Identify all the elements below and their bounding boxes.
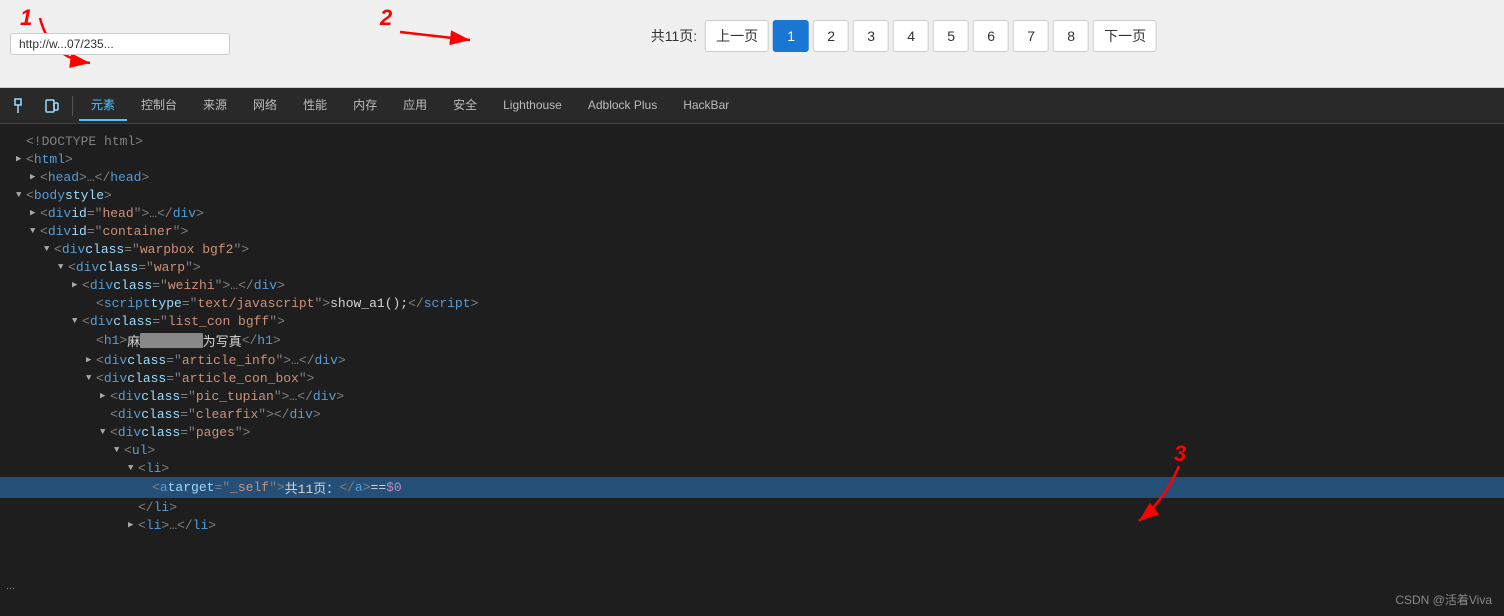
annotation-1: 1 [20,5,32,31]
code-line-div-weizhi[interactable]: <div class="weizhi">…</div> [0,276,1504,294]
code-line-div-clearfix[interactable]: <div class="clearfix"></div> [0,405,1504,423]
code-line-div-container[interactable]: <div id="container"> [0,222,1504,240]
code-line-div-pic-tupian[interactable]: <div class="pic_tupian">…</div> [0,387,1504,405]
triangle-h1-none [86,336,96,346]
code-line-div-warpbox[interactable]: <div class="warpbox bgf2"> [0,240,1504,258]
tab-network[interactable]: 网络 [241,90,289,121]
tab-performance[interactable]: 性能 [291,90,339,121]
code-line-li-more[interactable]: <li>…</li> [0,516,1504,534]
tab-hackbar[interactable]: HackBar [671,92,741,120]
code-line-h1[interactable]: <h1>麻████████ 为写真</h1> [0,330,1504,351]
page-5-button[interactable]: 5 [933,20,969,52]
tab-adblock[interactable]: Adblock Plus [576,92,669,120]
triangle-script-none [86,298,96,308]
total-pages-label: 共11页: [651,26,697,46]
devtools-toolbar: 元素 控制台 来源 网络 性能 内存 应用 安全 Lighthouse Adbl… [0,88,1504,124]
triangle-div-pages[interactable] [100,427,110,437]
page-4-button[interactable]: 4 [893,20,929,52]
code-line-li-selected[interactable]: <li> [0,459,1504,477]
code-line-doctype: <!DOCTYPE html> [0,132,1504,150]
triangle-div-list-con[interactable] [72,316,82,326]
triangle-div-article-info[interactable] [86,355,96,365]
page-2-button[interactable]: 2 [813,20,849,52]
prev-page-button[interactable]: 上一页 [705,20,769,52]
triangle-div-warpbox[interactable] [44,244,54,254]
browser-top-bar: 1 http://w...07/235... 2 共11页: 上一页 1 2 3… [0,0,1504,88]
code-line-div-article-info[interactable]: <div class="article_info">…</div> [0,351,1504,369]
tab-memory[interactable]: 内存 [341,90,389,121]
code-panel: <!DOCTYPE html> <html> <head>…</head> <b… [0,124,1504,616]
page-7-button[interactable]: 7 [1013,20,1049,52]
toolbar-divider [72,96,73,116]
code-line-script[interactable]: <script type="text/javascript">show_a1()… [0,294,1504,312]
page-3-button[interactable]: 3 [853,20,889,52]
next-page-button[interactable]: 下一页 [1093,20,1157,52]
pagination: 共11页: 上一页 1 2 3 4 5 6 7 8 下一页 [651,20,1157,52]
code-line-ul[interactable]: <ul> [0,441,1504,459]
code-line-li-close[interactable]: </li> [0,498,1504,516]
tab-console[interactable]: 控制台 [129,90,189,121]
code-line-a-selected[interactable]: <a target="_self">共11页：</a> == $0 [0,477,1504,498]
csdn-watermark: CSDN @活着Viva [1395,591,1492,608]
triangle-div-pic-tupian[interactable] [100,391,110,401]
tab-elements[interactable]: 元素 [79,90,127,121]
code-line-body[interactable]: <body style> [0,186,1504,204]
triangle-div-head[interactable] [30,208,40,218]
triangle-div-container[interactable] [30,226,40,236]
code-line-head[interactable]: <head>…</head> [0,168,1504,186]
triangle-none [16,136,26,146]
triangle-a-none [142,483,152,493]
triangle-head[interactable] [30,172,40,182]
code-line-div-warp[interactable]: <div class="warp"> [0,258,1504,276]
code-line-div-pages[interactable]: <div class="pages"> [0,423,1504,441]
triangle-li[interactable] [128,463,138,473]
inspector-icon[interactable] [8,92,36,120]
page-6-button[interactable]: 6 [973,20,1009,52]
triangle-body[interactable] [16,190,26,200]
address-bar[interactable]: http://w...07/235... [10,33,230,55]
page-8-button[interactable]: 8 [1053,20,1089,52]
triangle-ul[interactable] [114,445,124,455]
tab-security[interactable]: 安全 [441,90,489,121]
tab-lighthouse[interactable]: Lighthouse [491,92,574,120]
device-icon[interactable] [38,92,66,120]
tab-application[interactable]: 应用 [391,90,439,121]
page-1-button[interactable]: 1 [773,20,809,52]
code-line-div-head[interactable]: <div id="head">…</div> [0,204,1504,222]
triangle-div-article-con-box[interactable] [86,373,96,383]
arrow-2-svg [395,12,485,62]
code-line-div-list-con[interactable]: <div class="list_con bgff"> [0,312,1504,330]
triangle-html[interactable] [16,154,26,164]
triangle-div-weizhi[interactable] [72,280,82,290]
triangle-li-close-none [128,502,138,512]
code-line-div-article-con-box[interactable]: <div class="article_con_box"> [0,369,1504,387]
code-line-html[interactable]: <html> [0,150,1504,168]
triangle-div-warp[interactable] [58,262,68,272]
three-dots: ... [6,580,15,592]
annotation-2: 2 [380,5,392,31]
triangle-clearfix-none [100,409,110,419]
tab-sources[interactable]: 来源 [191,90,239,121]
triangle-li-more[interactable] [128,520,138,530]
